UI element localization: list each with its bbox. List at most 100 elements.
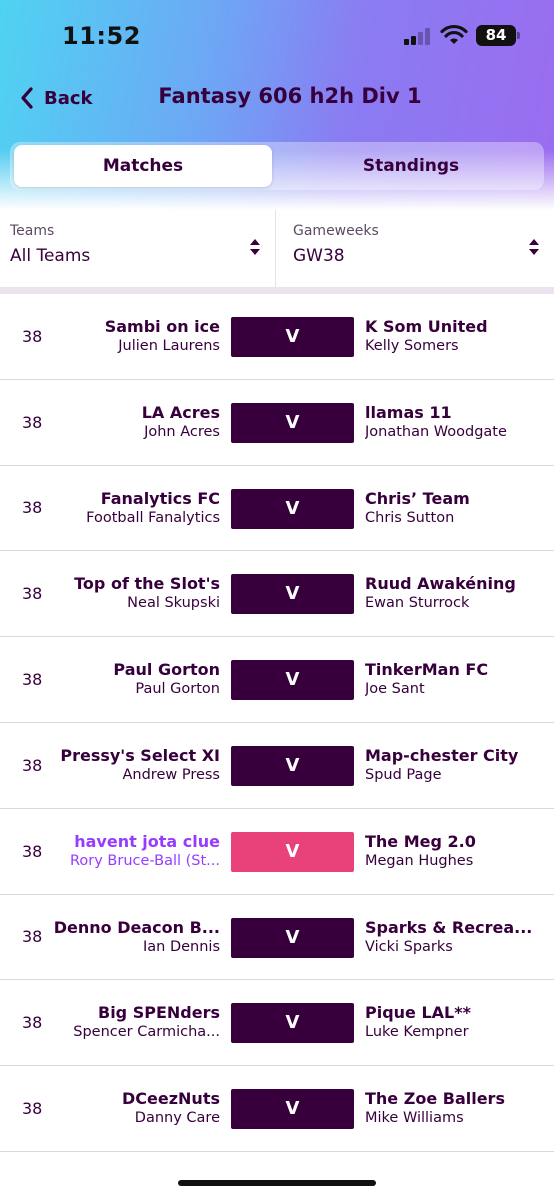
match-row[interactable]: 38 Sambi on ice Julien Laurens V K Som Unite… [0,294,554,380]
away-manager-name: Megan Hughes [365,852,474,869]
match-row[interactable]: 38 Fanalytics FC Football Fanalytics V Chris… [0,466,554,552]
home-manager-name: Football Fanalytics [86,509,220,526]
home-manager-name: Andrew Press [122,766,220,783]
tab-standings[interactable]: Standings [282,145,540,187]
vs-button[interactable]: V [231,831,354,872]
match-row[interactable]: 38 Top of the Slot's Neal Skupski V Ruud Awa… [0,551,554,638]
home-entry[interactable]: Top of the Slot's Neal Skupski [50,574,220,613]
section-divider [0,287,554,294]
home-team-name: havent jota clue [74,831,220,851]
gameweek-number: 38 [22,841,43,861]
away-manager-name: Mike Williams [365,1110,464,1127]
filter-bar: Teams All Teams Gameweeks GW38 [0,210,554,290]
gameweeks-filter[interactable]: Gameweeks GW38 [277,210,554,290]
tab-matches[interactable]: Matches [14,145,272,187]
vs-button[interactable]: V [231,488,354,529]
vs-button[interactable]: V [231,574,354,615]
away-entry[interactable]: TinkerMan FC Joe Sant [365,660,535,699]
nav-bar: Back Fantasy 606 h2h Div 1 [0,76,554,120]
gameweek-number: 38 [22,412,43,432]
home-entry[interactable]: Big SPENders Spencer Carmicha... [50,1003,220,1042]
chevron-left-icon [21,87,33,109]
home-manager-name: Danny Care [134,1110,220,1127]
match-row[interactable]: 38 Denno Deacon B... Ian Dennis V Sparks & R… [0,895,554,981]
cellular-signal-icon [404,27,434,45]
away-entry[interactable]: The Zoe Ballers Mike Williams [365,1089,535,1128]
match-row[interactable]: 38 Big SPENders Spencer Carmicha... V Pique … [0,980,554,1067]
home-manager-name: Rory Bruce-Ball (St... [69,852,220,869]
page-title: Fantasy 606 h2h Div 1 [158,84,422,108]
status-bar: 11:52 84 [0,0,554,70]
sort-arrows-icon [250,239,260,255]
match-row[interactable]: 38 DCeezNuts Danny Care V The Zoe Ballers Mik… [0,1066,554,1152]
home-entry[interactable]: DCeezNuts Danny Care [50,1089,220,1128]
home-manager-name: Spencer Carmicha... [73,1024,220,1041]
gameweek-number: 38 [22,1013,43,1033]
away-team-name: llamas 11 [365,402,452,422]
home-team-name: Fanalytics FC [100,488,220,508]
vs-button[interactable]: V [231,317,354,357]
home-entry[interactable]: Fanalytics FC Football Fanalytics [50,489,220,528]
home-team-name: Paul Gorton [113,660,220,680]
gameweek-number: 38 [22,498,43,518]
gameweek-number: 38 [22,326,43,346]
segmented-control: Matches Standings [10,142,544,190]
teams-filter[interactable]: Teams All Teams [0,210,276,290]
gameweeks-filter-label: Gameweeks [293,223,379,239]
away-team-name: K Som United [365,317,488,336]
away-entry[interactable]: Pique LAL** Luke Kempner [365,1003,535,1042]
away-manager-name: Ewan Sturrock [365,595,470,612]
home-manager-name: Ian Dennis [142,938,220,955]
home-manager-name: Paul Gorton [135,681,220,698]
away-entry[interactable]: Chris’ Team Chris Sutton [365,489,535,528]
match-row[interactable]: 38 Paul Gorton Paul Gorton V TinkerMan FC Joe… [0,637,554,723]
sort-arrows-icon [529,239,539,255]
home-team-name: Denno Deacon B... [53,917,220,937]
away-entry[interactable]: Map-chester City Spud Page [365,746,535,785]
away-manager-name: Joe Sant [365,681,425,698]
away-manager-name: Spud Page [365,766,442,783]
back-button[interactable]: Back [20,84,93,112]
home-team-name: Sambi on ice [104,317,220,336]
home-team-name: DCeezNuts [122,1089,220,1109]
away-entry[interactable]: The Meg 2.0 Megan Hughes [365,832,535,871]
away-team-name: Ruud Awakéning [365,574,516,594]
home-team-name: Big SPENders [98,1003,220,1023]
vs-button[interactable]: V [231,1003,354,1044]
vs-button[interactable]: V [231,660,354,701]
away-manager-name: Kelly Somers [365,338,459,354]
match-row[interactable]: 38 LA Acres John Acres Vllamas 11 Jonathan W… [0,380,554,466]
status-time: 11:52 [62,22,141,50]
gameweek-number: 38 [22,584,43,604]
match-row[interactable]: 38 havent jota clue Rory Bruce-Ball (St...… [0,809,554,895]
teams-filter-value: All Teams [10,246,91,266]
match-list: 38 Sambi on ice Julien Laurens V K Som Unite… [0,294,554,1152]
gameweek-number: 38 [22,670,43,690]
home-team-name: Top of the Slot's [74,574,220,594]
vs-button[interactable]: V [231,917,354,958]
home-team-name: Pressy's Select XI [60,745,220,765]
home-entry[interactable]: Paul Gorton Paul Gorton [50,660,220,699]
away-team-name: Pique LAL** [365,1003,471,1023]
vs-button[interactable]: V [231,402,354,443]
home-entry[interactable]: Sambi on ice Julien Laurens [50,317,220,356]
away-team-name: Chris’ Team [365,488,470,508]
home-indicator[interactable] [178,1180,376,1186]
vs-button[interactable]: V [231,1089,354,1130]
away-entry[interactable]: K Som United Kelly Somers [365,317,535,356]
away-entry[interactable]: Ruud Awakéning Ewan Sturrock [365,574,535,613]
home-manager-name: Neal Skupski [127,595,220,612]
away-manager-name: Chris Sutton [365,509,455,526]
home-entry[interactable]: Denno Deacon B... Ian Dennis [50,918,220,957]
away-entry[interactable]: llamas 11 Jonathan Woodgate [365,403,535,442]
match-row[interactable]: 38 Pressy's Select XI Andrew Press V Map-che… [0,723,554,809]
home-entry[interactable]: LA Acres John Acres [50,403,220,442]
vs-button[interactable]: V [231,745,354,786]
home-entry[interactable]: havent jota clue Rory Bruce-Ball (St... [50,832,220,871]
home-team-name: LA Acres [141,402,220,422]
away-entry[interactable]: Sparks & Recrea... Vicki Sparks [365,918,535,957]
away-team-name: Sparks & Recrea... [365,917,533,937]
away-team-name: The Meg 2.0 [365,831,476,851]
gameweek-number: 38 [22,927,43,947]
home-entry[interactable]: Pressy's Select XI Andrew Press [50,746,220,785]
